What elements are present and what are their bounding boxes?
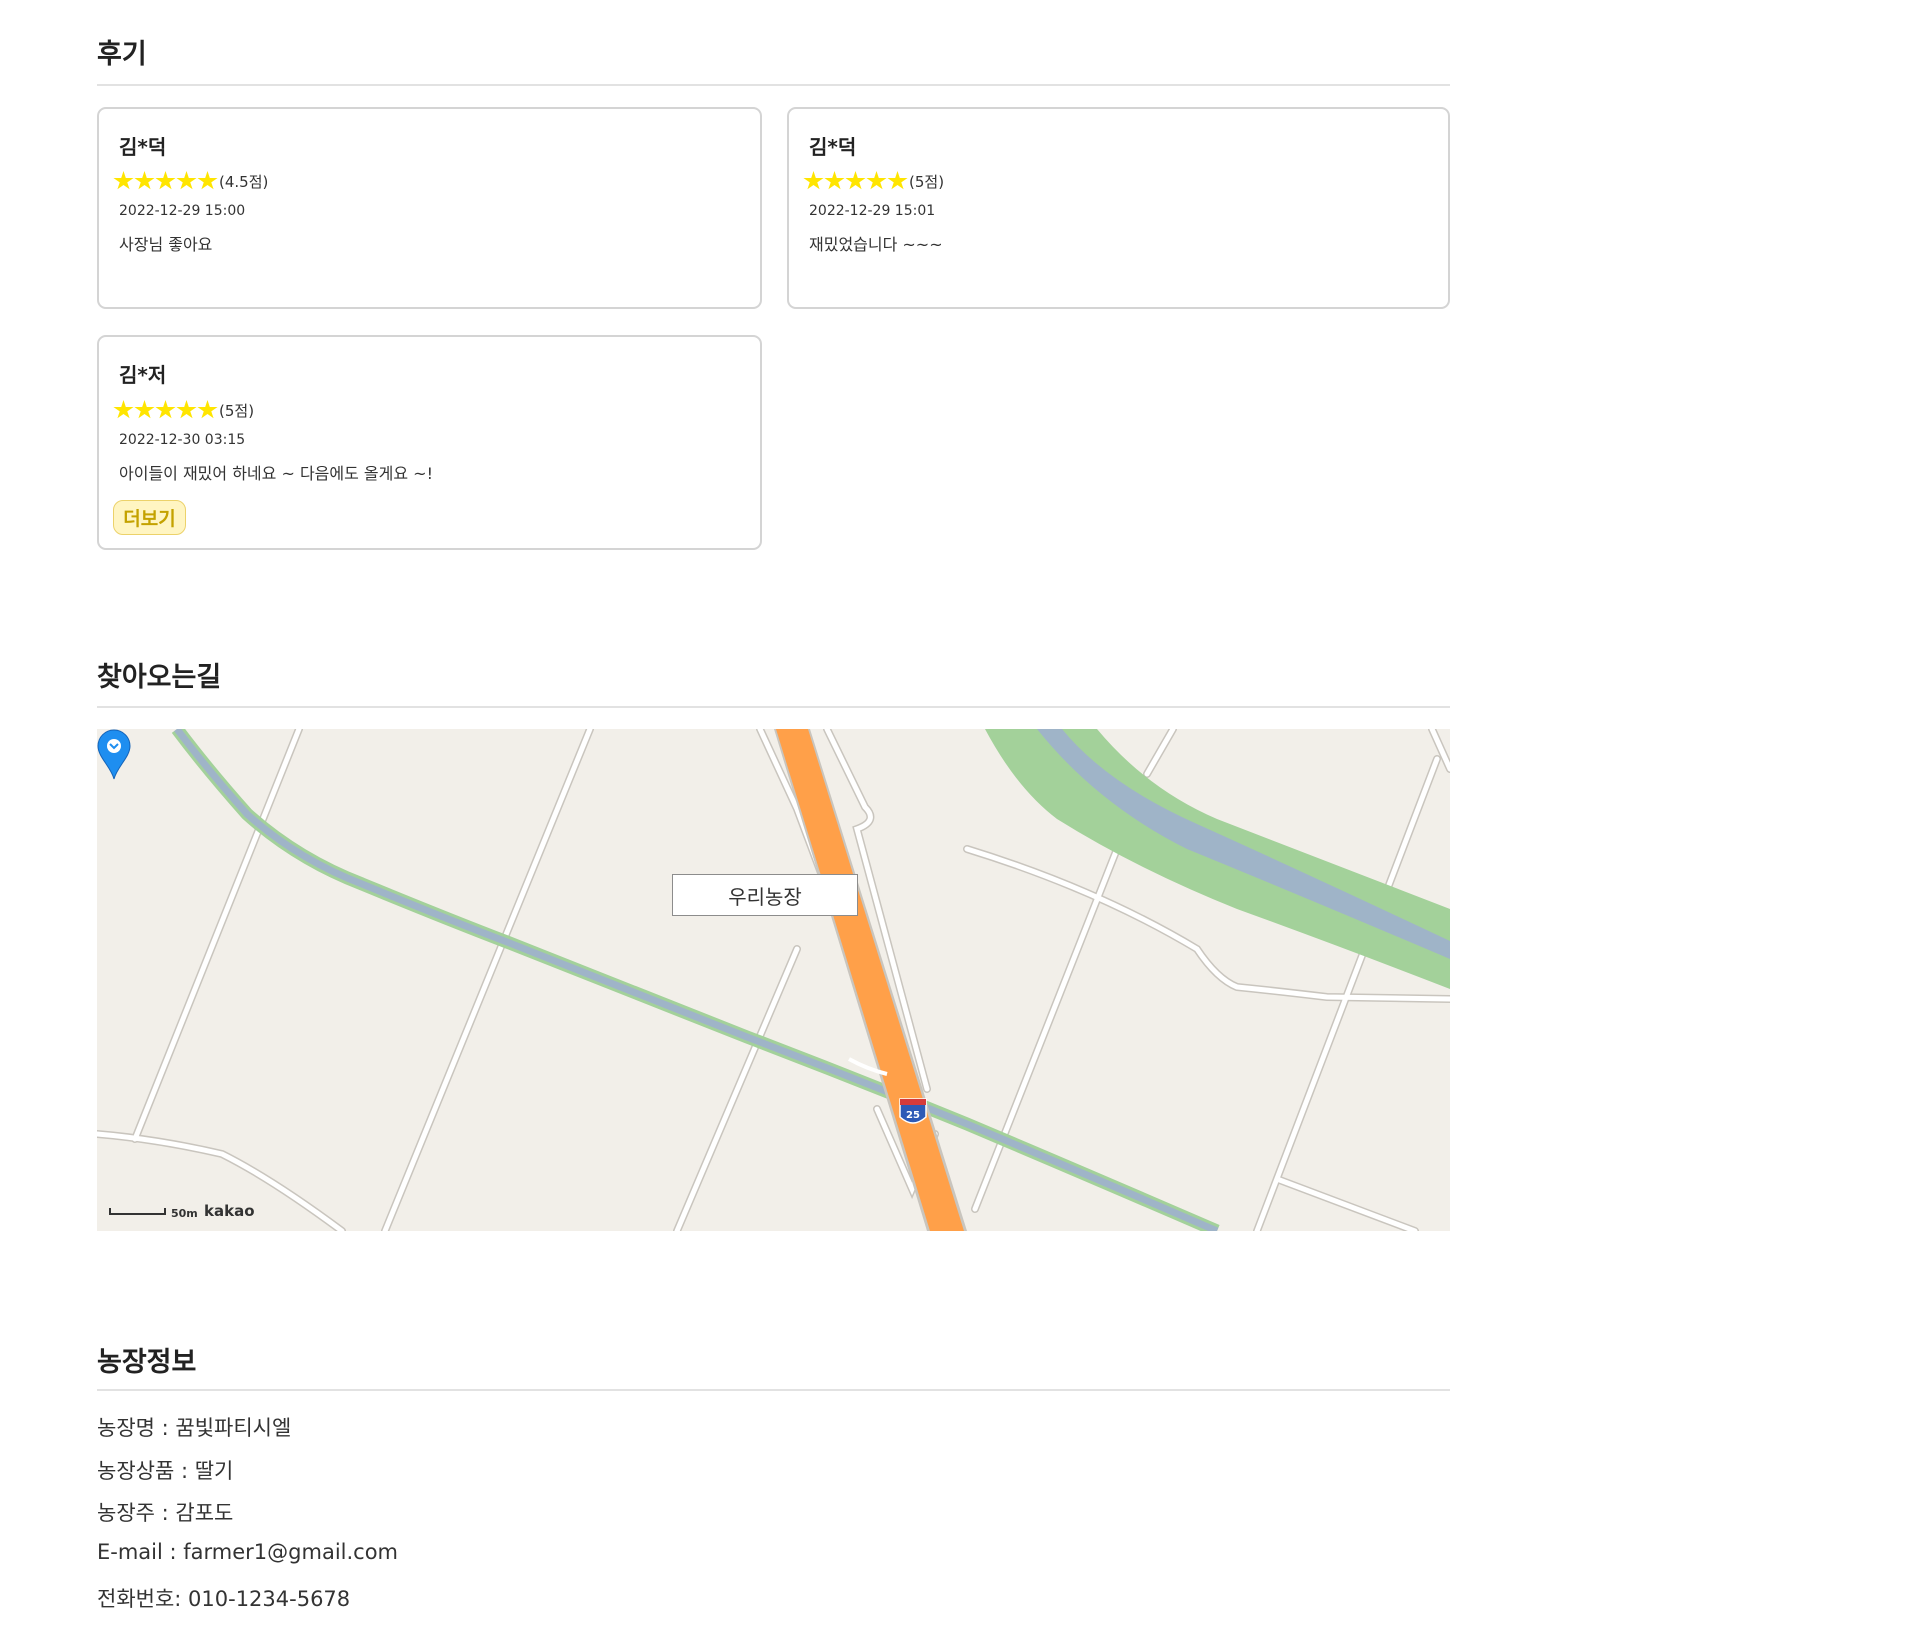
farm-name: 농장명 : 꿈빛파티시엘 bbox=[97, 1416, 292, 1440]
star-icon bbox=[134, 400, 155, 419]
reviewer-name: 김*덕 bbox=[119, 135, 167, 159]
star-icon bbox=[887, 171, 908, 190]
rating-stars: (4.5점) bbox=[113, 169, 268, 193]
farm-phone: 전화번호: 010-1234-5678 bbox=[97, 1587, 351, 1611]
map-provider-logo[interactable]: kakao bbox=[204, 1202, 255, 1220]
star-icon bbox=[113, 400, 134, 419]
star-icon bbox=[845, 171, 866, 190]
review-text: 재밌었습니다 ~~~ bbox=[809, 235, 943, 254]
reviewer-name: 김*덕 bbox=[809, 135, 857, 159]
page: 후기 김*덕 (4.5점) 2022-12-29 15:00 사장님 좋아요 김… bbox=[0, 0, 1919, 1630]
rating-score: (4.5점) bbox=[219, 172, 269, 191]
rating-stars: (5점) bbox=[803, 169, 944, 193]
review-date: 2022-12-29 15:00 bbox=[119, 203, 246, 219]
more-reviews-button[interactable]: 더보기 bbox=[113, 500, 186, 535]
star-icon bbox=[155, 171, 176, 190]
farm-owner: 농장주 : 감포도 bbox=[97, 1501, 234, 1525]
review-date: 2022-12-30 03:15 bbox=[119, 432, 246, 448]
svg-text:25: 25 bbox=[906, 1110, 920, 1121]
star-icon bbox=[824, 171, 845, 190]
star-icon bbox=[197, 171, 218, 190]
star-icon bbox=[176, 400, 197, 419]
reviews-title: 후기 bbox=[97, 39, 147, 70]
rating-stars: (5점) bbox=[113, 398, 254, 422]
review-card: 김*저 (5점) 2022-12-30 03:15 아이들이 재밌어 하네요 ~… bbox=[97, 335, 762, 550]
review-card: 김*덕 (4.5점) 2022-12-29 15:00 사장님 좋아요 bbox=[97, 107, 762, 309]
map-canvas[interactable]: 25 bbox=[97, 729, 1450, 1231]
star-icon bbox=[866, 171, 887, 190]
reviewer-name: 김*저 bbox=[119, 363, 167, 387]
directions-divider bbox=[97, 706, 1450, 708]
map-marker-icon[interactable] bbox=[97, 729, 131, 781]
star-icon bbox=[197, 400, 218, 419]
farm-product: 농장상품 : 딸기 bbox=[97, 1459, 234, 1483]
directions-title: 찾아오는길 bbox=[97, 662, 222, 693]
review-text: 사장님 좋아요 bbox=[119, 235, 213, 254]
highway-shield-icon: 25 bbox=[899, 1098, 927, 1124]
star-icon bbox=[113, 171, 134, 190]
reviews-divider bbox=[97, 84, 1450, 86]
rating-score: (5점) bbox=[909, 172, 945, 191]
star-icon bbox=[155, 400, 176, 419]
review-date: 2022-12-29 15:01 bbox=[809, 203, 936, 219]
farm-info-divider bbox=[97, 1389, 1450, 1391]
farm-email: E-mail : farmer1@gmail.com bbox=[97, 1540, 399, 1564]
map-marker-label[interactable]: 우리농장 bbox=[672, 874, 858, 916]
farm-info-title: 농장정보 bbox=[97, 1347, 197, 1378]
rating-score: (5점) bbox=[219, 401, 255, 420]
location-map[interactable]: 25 우리농장 50m kakao bbox=[97, 729, 1450, 1231]
star-icon bbox=[803, 171, 824, 190]
scale-bar bbox=[109, 1208, 166, 1215]
star-icon bbox=[134, 171, 155, 190]
review-text: 아이들이 재밌어 하네요 ~ 다음에도 올게요 ~! bbox=[119, 464, 433, 483]
review-card: 김*덕 (5점) 2022-12-29 15:01 재밌었습니다 ~~~ bbox=[787, 107, 1450, 309]
scale-label: 50m bbox=[171, 1207, 198, 1220]
star-icon bbox=[176, 171, 197, 190]
